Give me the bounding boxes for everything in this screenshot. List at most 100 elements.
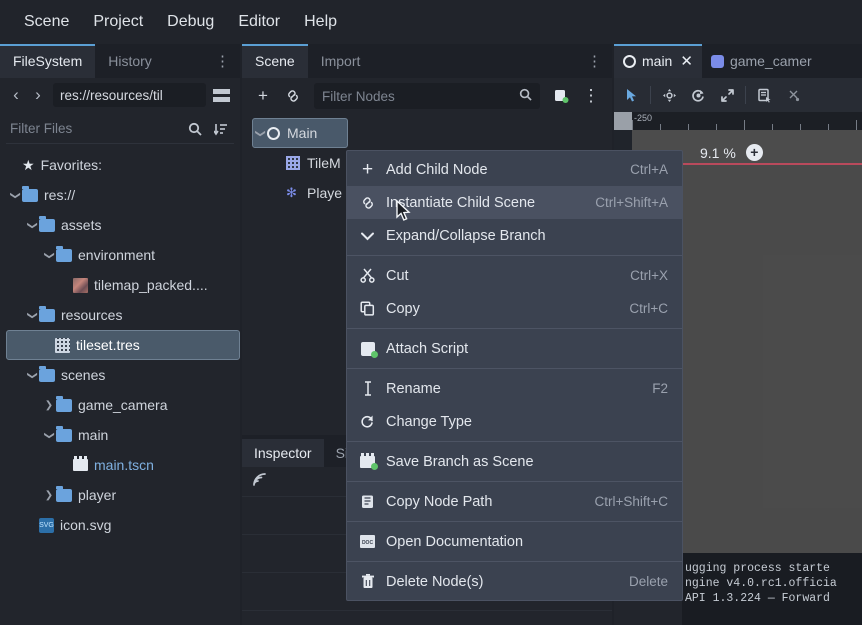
menu-item-label: Open Documentation — [386, 533, 524, 550]
refresh-icon — [359, 414, 376, 429]
node2d-icon — [267, 126, 280, 140]
folder-icon — [56, 425, 72, 442]
menu-item-label: Save Branch as Scene — [386, 453, 534, 470]
menu-scene[interactable]: Scene — [12, 9, 81, 35]
tab-scene[interactable]: Scene — [242, 44, 308, 78]
file-tree-row[interactable]: SVG icon.svg — [8, 510, 240, 540]
list-select-tool[interactable] — [750, 82, 778, 108]
menu-separator — [347, 481, 682, 482]
menu-item-save-branch-as-scene[interactable]: Save Branch as Scene — [347, 445, 682, 478]
ruler-corner[interactable] — [614, 112, 632, 130]
file-tree-row[interactable]: tileset.tres — [6, 330, 240, 360]
menu-item-add-child-node[interactable]: + Add Child Node Ctrl+A — [347, 153, 682, 186]
menu-item-instantiate-child-scene[interactable]: Instantiate Child Scene Ctrl+Shift+A — [347, 186, 682, 219]
file-tree-row[interactable]: ★ Favorites: — [8, 150, 240, 180]
snap-tool[interactable] — [779, 82, 807, 108]
tilemap-icon — [286, 156, 300, 170]
link-icon[interactable] — [280, 83, 306, 109]
file-tree-row[interactable]: ❯ game_camera — [8, 390, 240, 420]
file-tree-label: tilemap_packed.... — [94, 277, 208, 293]
chevron-right-icon[interactable]: ❯ — [42, 400, 56, 411]
zoom-level-label[interactable]: 9.1 % — [700, 145, 736, 161]
scene-tab-row: Scene Import ⋮ — [242, 44, 612, 78]
file-tree-label: main.tscn — [94, 457, 154, 473]
file-tree-label: environment — [78, 247, 156, 263]
star-icon: ★ — [22, 156, 35, 173]
chevron-left-icon[interactable]: ‹ — [6, 85, 26, 105]
file-tree-row[interactable]: ❯ res:// — [8, 180, 240, 210]
scene-tree-row[interactable]: ❯ Main — [252, 118, 348, 148]
vertical-dots-icon[interactable]: ⋮ — [578, 83, 604, 109]
chevron-right-icon[interactable]: ❯ — [42, 490, 56, 501]
file-tree-row[interactable]: ❯ environment — [8, 240, 240, 270]
chevron-down-icon[interactable]: ❯ — [10, 188, 21, 202]
select-tool[interactable] — [618, 82, 646, 108]
vertical-dots-icon[interactable]: ⋮ — [577, 44, 612, 78]
menu-item-expand-collapse-branch[interactable]: Expand/Collapse Branch — [347, 219, 682, 252]
file-tree-row[interactable]: ❯ player — [8, 480, 240, 510]
menu-item-change-type[interactable]: Change Type — [347, 405, 682, 438]
tab-history[interactable]: History — [95, 44, 165, 78]
search-icon[interactable] — [519, 88, 532, 104]
tab-filesystem[interactable]: FileSystem — [0, 44, 96, 78]
menu-item-copy-node-path[interactable]: Copy Node Path Ctrl+Shift+C — [347, 485, 682, 518]
menu-item-open-documentation[interactable]: DOC Open Documentation — [347, 525, 682, 558]
move-tool[interactable] — [655, 82, 683, 108]
menu-item-rename[interactable]: Rename F2 — [347, 372, 682, 405]
tab-inspector[interactable]: Inspector — [242, 439, 324, 467]
zoom-controls: 9.1 % + — [700, 144, 763, 161]
file-tree-label: tileset.tres — [76, 337, 140, 353]
path-field[interactable]: res://resources/til — [53, 83, 206, 107]
close-icon[interactable]: ✕ — [680, 52, 693, 70]
plus-icon[interactable]: + — [250, 83, 276, 109]
file-tree-label: resources — [61, 307, 123, 323]
scale-tool[interactable] — [713, 82, 741, 108]
plus-circle-icon[interactable]: + — [745, 144, 763, 161]
tileset-icon — [55, 337, 70, 353]
signal-icon — [252, 472, 267, 492]
trash-icon — [359, 574, 376, 589]
menu-item-shortcut: Ctrl+X — [630, 268, 668, 283]
node-context-menu: + Add Child Node Ctrl+A Instantiate Child S… — [346, 150, 683, 601]
attach-script-icon[interactable] — [548, 83, 574, 109]
output-log: ugging process starte ngine v4.0.rc1.offi… — [682, 553, 862, 625]
tab-import[interactable]: Import — [308, 44, 374, 78]
filter-nodes-input[interactable]: Filter Nodes — [314, 83, 540, 109]
file-tree-row[interactable]: ❯ resources — [8, 300, 240, 330]
chevron-down-icon[interactable]: ❯ — [27, 368, 38, 382]
menu-item-delete-node-s[interactable]: Delete Node(s) Delete — [347, 565, 682, 598]
file-tree-row[interactable]: ❯ main — [8, 420, 240, 450]
chevron-down-icon[interactable]: ❯ — [44, 248, 55, 262]
file-tree-label: assets — [61, 217, 102, 233]
menu-item-attach-script[interactable]: Attach Script — [347, 332, 682, 365]
filesystem-tree: ★ Favorites: ❯ res:// ❯ assets ❯ environment til… — [0, 150, 240, 540]
menu-debug[interactable]: Debug — [155, 9, 226, 35]
split-mode-icon[interactable] — [208, 88, 234, 103]
menu-editor[interactable]: Editor — [226, 9, 292, 35]
menu-item-label: Copy Node Path — [386, 493, 493, 510]
rotate-tool[interactable] — [684, 82, 712, 108]
scene-tab-main[interactable]: main ✕ — [614, 44, 702, 78]
file-tree-label: player — [78, 487, 117, 503]
scissors-icon — [359, 268, 376, 283]
chevron-right-icon[interactable]: › — [28, 85, 48, 105]
chevron-down-icon[interactable]: ❯ — [255, 126, 266, 140]
menu-project[interactable]: Project — [81, 9, 155, 35]
sort-icon[interactable] — [208, 122, 234, 136]
vertical-dots-icon[interactable]: ⋮ — [205, 44, 240, 78]
file-tree-row[interactable]: ❯ scenes — [8, 360, 240, 390]
menu-item-cut[interactable]: Cut Ctrl+X — [347, 259, 682, 292]
chevron-down-icon[interactable]: ❯ — [27, 218, 38, 232]
scene-tab-game-camera[interactable]: game_camer — [702, 44, 821, 78]
chevron-down-icon[interactable]: ❯ — [44, 428, 55, 442]
file-tree-row[interactable]: tilemap_packed.... — [8, 270, 240, 300]
file-tree-row[interactable]: ❯ assets — [8, 210, 240, 240]
filter-files-input[interactable]: Filter Files — [6, 121, 182, 136]
menu-separator — [347, 328, 682, 329]
chevron-down-icon[interactable]: ❯ — [27, 308, 38, 322]
menu-item-copy[interactable]: Copy Ctrl+C — [347, 292, 682, 325]
menu-help[interactable]: Help — [292, 9, 349, 35]
search-icon[interactable] — [182, 122, 208, 136]
file-tree-row[interactable]: main.tscn — [8, 450, 240, 480]
menu-item-shortcut: F2 — [652, 381, 668, 396]
